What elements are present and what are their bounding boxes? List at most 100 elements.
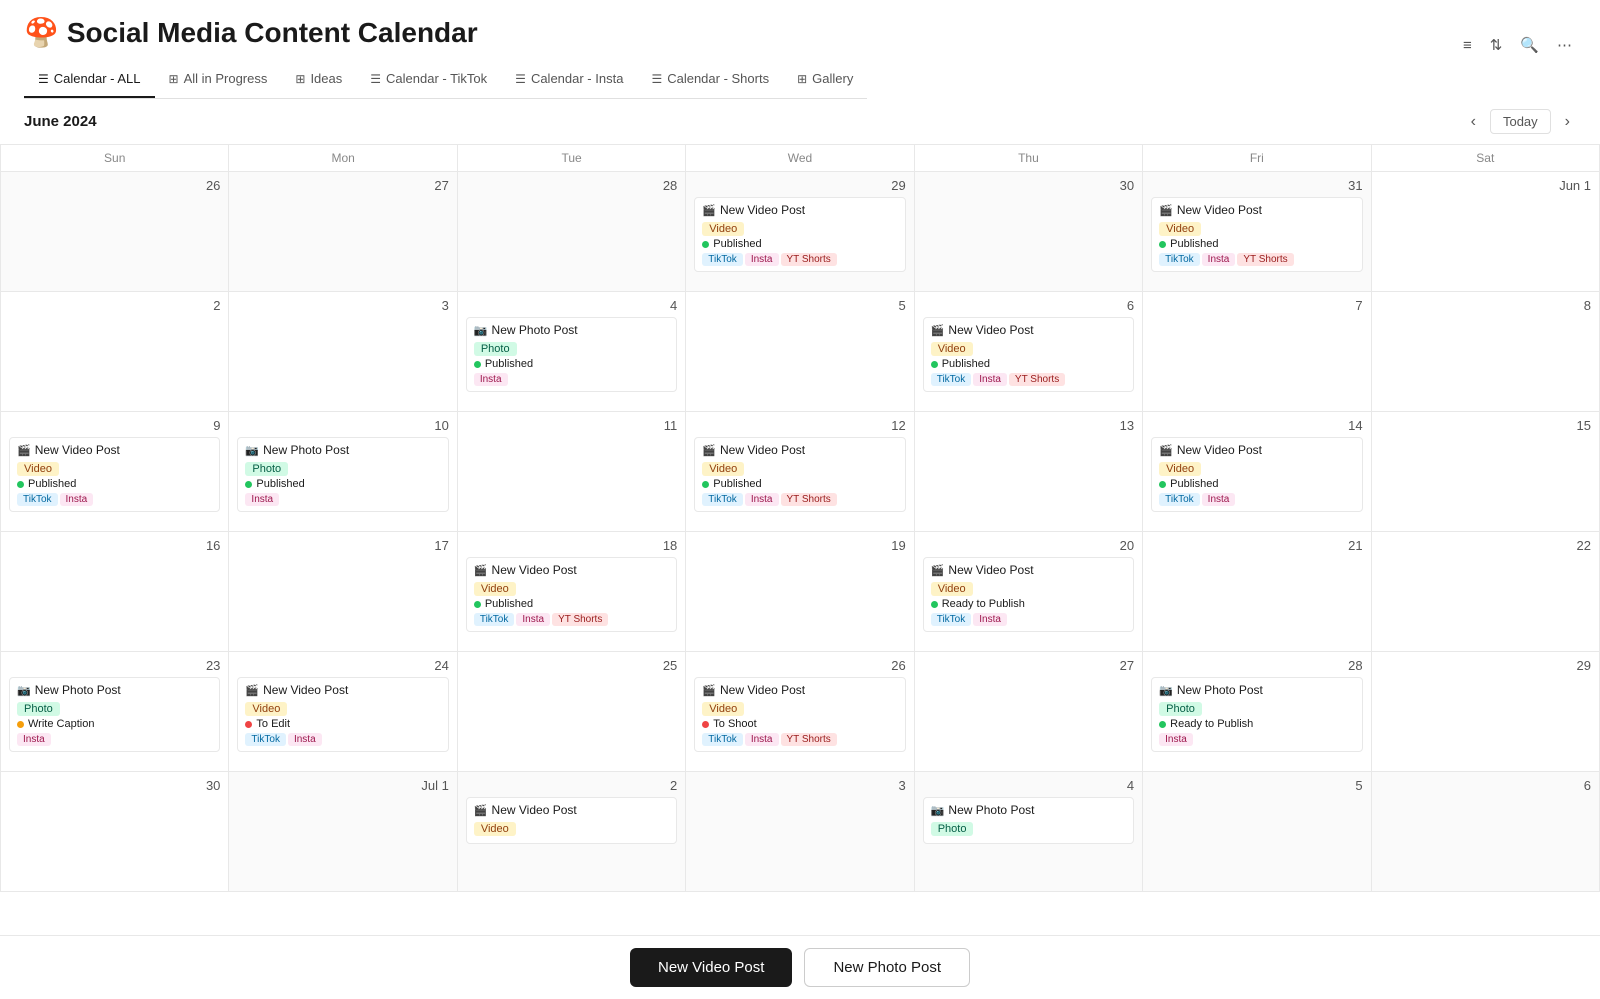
type-tag: Video [1159,222,1201,236]
nav-tab-calendar-insta[interactable]: ☰Calendar - Insta [501,61,637,98]
event-card[interactable]: 📷 New Photo Post Photo Write Caption Ins… [9,677,220,752]
day-cell[interactable]: 22 [1372,532,1600,652]
platform-tags: TikTokInstaYT Shorts [702,253,897,266]
day-cell[interactable]: 19 [686,532,914,652]
day-cell[interactable]: 16 [1,532,229,652]
day-cell[interactable]: 25 [458,652,686,772]
day-cell[interactable]: Jun 1 [1372,172,1600,292]
day-cell[interactable]: 17 [229,532,457,652]
event-card[interactable]: 🎬 New Video Post Video Published TikTokI… [9,437,220,512]
toolbar-right: ‹ Today › [1465,109,1576,134]
new-video-post-button[interactable]: New Video Post [630,948,792,987]
event-card[interactable]: 🎬 New Video Post Video Ready to Publish … [923,557,1134,632]
day-cell[interactable]: 5 [1143,772,1371,892]
event-card[interactable]: 📷 New Photo Post Photo Published Insta [466,317,677,392]
day-cell[interactable]: 13 [915,412,1143,532]
day-cell[interactable]: 30 [915,172,1143,292]
day-cell[interactable]: 26 [1,172,229,292]
event-emoji: 📷 [245,444,259,457]
status-dot [931,361,938,368]
day-cell[interactable]: 28 [458,172,686,292]
event-card[interactable]: 📷 New Photo Post Photo Ready to Publish … [1151,677,1362,752]
day-cell[interactable]: 24 🎬 New Video Post Video To Edit TikTok… [229,652,457,772]
day-number: 27 [237,178,448,193]
day-cell[interactable]: Jul 1 [229,772,457,892]
platform-tag: TikTok [931,613,972,626]
nav-tab-calendar-shorts[interactable]: ☰Calendar - Shorts [637,61,783,98]
event-card[interactable]: 🎬 New Video Post Video Published TikTokI… [466,557,677,632]
day-cell[interactable]: 2 🎬 New Video Post Video [458,772,686,892]
day-cell[interactable]: 2 [1,292,229,412]
day-number: 7 [1151,298,1362,313]
event-title: 🎬 New Video Post [702,443,897,457]
day-cell[interactable]: 14 🎬 New Video Post Video Published TikT… [1143,412,1371,532]
day-cell[interactable]: 11 [458,412,686,532]
day-cell[interactable]: 5 [686,292,914,412]
event-card[interactable]: 🎬 New Video Post Video Published TikTokI… [923,317,1134,392]
day-number: Jul 1 [237,778,448,793]
nav-tab-calendar-all[interactable]: ☰Calendar - ALL [24,61,155,98]
day-number: 6 [923,298,1134,313]
day-cell[interactable]: 12 🎬 New Video Post Video Published TikT… [686,412,914,532]
event-card[interactable]: 🎬 New Video Post Video [466,797,677,844]
status-label: To Edit [256,718,290,730]
day-cell[interactable]: 20 🎬 New Video Post Video Ready to Publi… [915,532,1143,652]
day-cell[interactable]: 10 📷 New Photo Post Photo Published Inst… [229,412,457,532]
nav-tab-ideas[interactable]: ⊞Ideas [281,61,356,98]
day-cell[interactable]: 31 🎬 New Video Post Video Published TikT… [1143,172,1371,292]
day-cell[interactable]: 15 [1372,412,1600,532]
day-cell[interactable]: 6 🎬 New Video Post Video Published TikTo… [915,292,1143,412]
day-cell[interactable]: 27 [915,652,1143,772]
event-card[interactable]: 🎬 New Video Post Video Published TikTokI… [1151,197,1362,272]
nav-tab-gallery[interactable]: ⊞Gallery [783,61,867,98]
event-emoji: 🎬 [702,684,716,697]
event-card[interactable]: 🎬 New Video Post Video To Shoot TikTokIn… [694,677,905,752]
event-card[interactable]: 🎬 New Video Post Video To Edit TikTokIns… [237,677,448,752]
day-cell[interactable]: 26 🎬 New Video Post Video To Shoot TikTo… [686,652,914,772]
more-icon[interactable]: ⋯ [1553,32,1576,58]
next-month-button[interactable]: › [1559,111,1576,133]
day-cell[interactable]: 4 📷 New Photo Post Photo Published Insta [458,292,686,412]
event-card[interactable]: 🎬 New Video Post Video Published TikTokI… [694,437,905,512]
day-number: 4 [466,298,677,313]
type-tag: Video [474,822,516,836]
event-card[interactable]: 📷 New Photo Post Photo [923,797,1134,844]
event-card[interactable]: 🎬 New Video Post Video Published TikTokI… [1151,437,1362,512]
type-tag: Video [17,462,59,476]
event-card[interactable]: 📷 New Photo Post Photo Published Insta [237,437,448,512]
day-cell[interactable]: 18 🎬 New Video Post Video Published TikT… [458,532,686,652]
platform-tag: TikTok [702,733,743,746]
day-cell[interactable]: 8 [1372,292,1600,412]
day-cell[interactable]: 21 [1143,532,1371,652]
day-cell[interactable]: 6 [1372,772,1600,892]
event-card[interactable]: 🎬 New Video Post Video Published TikTokI… [694,197,905,272]
today-button[interactable]: Today [1490,109,1551,134]
day-cell[interactable]: 29 🎬 New Video Post Video Published TikT… [686,172,914,292]
prev-month-button[interactable]: ‹ [1465,111,1482,133]
sort-icon[interactable]: ⇅ [1486,32,1507,58]
day-cell[interactable]: 9 🎬 New Video Post Video Published TikTo… [1,412,229,532]
nav-tab-calendar-tiktok[interactable]: ☰Calendar - TikTok [356,61,501,98]
event-type-tag: Video [702,220,897,238]
day-cell[interactable]: 27 [229,172,457,292]
event-emoji: 🎬 [702,204,716,217]
day-cell[interactable]: 3 [229,292,457,412]
day-cell[interactable]: 7 [1143,292,1371,412]
event-status: Write Caption [17,718,212,730]
nav-tab-all-in-progress[interactable]: ⊞All in Progress [155,61,282,98]
filter-icon[interactable]: ≡ [1459,33,1476,58]
event-emoji: 📷 [474,324,488,337]
day-cell[interactable]: 30 [1,772,229,892]
day-cell[interactable]: 29 [1372,652,1600,772]
day-cell[interactable]: 28 📷 New Photo Post Photo Ready to Publi… [1143,652,1371,772]
day-cell[interactable]: 4 📷 New Photo Post Photo [915,772,1143,892]
event-emoji: 🎬 [931,564,945,577]
event-status: Published [245,478,440,490]
day-number: 20 [923,538,1134,553]
day-cell[interactable]: 3 [686,772,914,892]
event-type-tag: Video [245,700,440,718]
tab-icon: ☰ [651,72,662,86]
new-photo-post-button[interactable]: New Photo Post [804,948,970,987]
day-cell[interactable]: 23 📷 New Photo Post Photo Write Caption … [1,652,229,772]
search-icon[interactable]: 🔍 [1516,32,1543,58]
